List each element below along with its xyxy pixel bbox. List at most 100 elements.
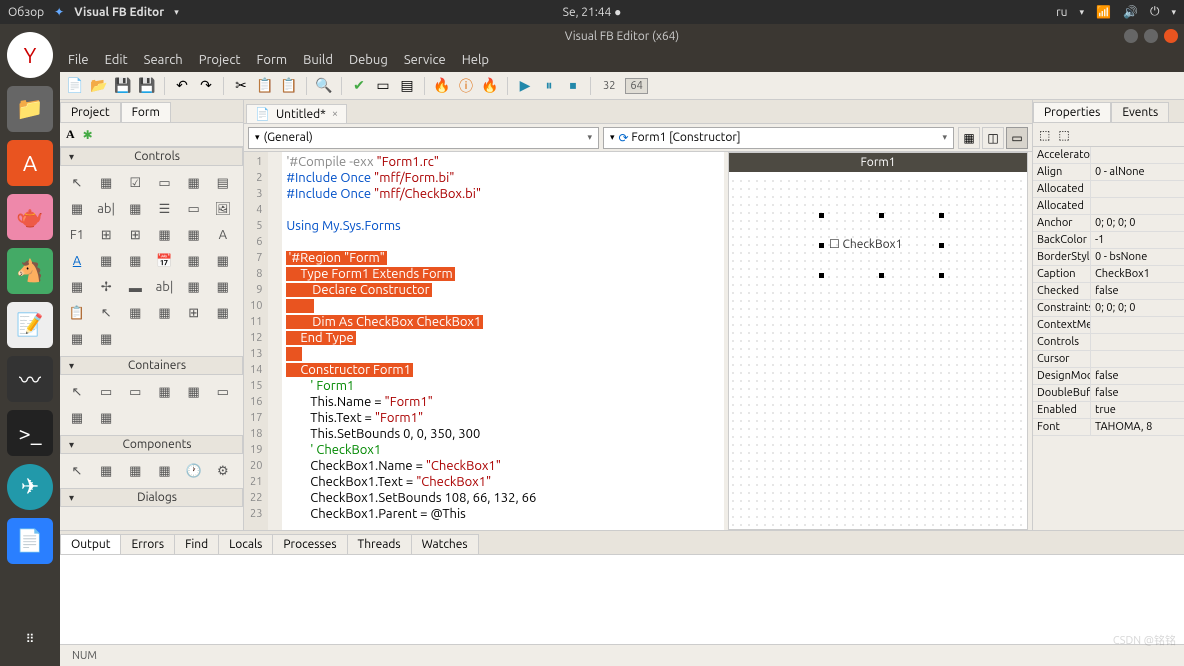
build-icon[interactable]: ⓘ <box>457 77 475 95</box>
tool-o[interactable]: ▦ <box>153 224 175 246</box>
open-icon[interactable]: 📂 <box>90 77 108 95</box>
checkbox-control[interactable]: ☐ CheckBox1 <box>829 237 902 251</box>
prop-row[interactable]: DesignModefalse <box>1033 368 1184 385</box>
telegram-icon[interactable]: ✈ <box>7 464 53 510</box>
pointer-tool[interactable]: ↖ <box>66 172 88 194</box>
undo-icon[interactable]: ↶ <box>173 77 191 95</box>
document-icon[interactable]: 📄 <box>7 518 53 564</box>
btab-errors[interactable]: Errors <box>120 534 175 554</box>
tool-ab[interactable]: ▦ <box>212 276 234 298</box>
prop-cat-icon[interactable]: ⬚ <box>1058 128 1069 142</box>
prop-row[interactable]: Allocated <box>1033 198 1184 215</box>
tool-e[interactable]: ▤ <box>212 172 234 194</box>
app-icon-2[interactable]: 🐴 <box>7 248 53 294</box>
volume-icon[interactable]: 🔊 <box>1123 5 1138 19</box>
tab-properties[interactable]: Properties <box>1033 102 1111 122</box>
menu-debug[interactable]: Debug <box>349 53 388 67</box>
font-icon[interactable]: A <box>66 127 75 142</box>
app-title[interactable]: Visual FB Editor <box>74 6 164 19</box>
bits-32[interactable]: 32 <box>599 79 619 93</box>
prop-row[interactable]: BackColor-1 <box>1033 232 1184 249</box>
btab-processes[interactable]: Processes <box>272 534 347 554</box>
cont-g[interactable]: ▦ <box>95 407 117 429</box>
combo-scope[interactable]: (General) <box>248 127 599 149</box>
menu-help[interactable]: Help <box>462 53 489 67</box>
tool-h[interactable]: ▦ <box>124 198 146 220</box>
btab-locals[interactable]: Locals <box>218 534 273 554</box>
terminal-icon[interactable]: >_ <box>7 410 53 456</box>
menu-search[interactable]: Search <box>144 53 183 67</box>
comp-e[interactable]: ⚙ <box>212 460 234 482</box>
apps-grid-icon[interactable]: ⠿ <box>26 632 35 646</box>
cont-f[interactable]: ▦ <box>66 407 88 429</box>
code-editor[interactable]: 1234567891011121314151617181920212223 '#… <box>244 152 724 530</box>
tool-ad[interactable]: ↖ <box>95 302 117 324</box>
tab-form[interactable]: Form <box>121 102 171 122</box>
prop-row[interactable]: ContextMenu <box>1033 317 1184 334</box>
comp-d[interactable]: 🕐 <box>183 460 205 482</box>
combo-method[interactable]: ⟳ Form1 [Constructor] <box>603 127 954 149</box>
prop-row[interactable]: Enabledtrue <box>1033 402 1184 419</box>
new-icon[interactable]: 📄 <box>66 77 84 95</box>
calendar-tool[interactable]: 📅 <box>153 250 175 272</box>
redo-icon[interactable]: ↷ <box>197 77 215 95</box>
checkbox-tool[interactable]: ☑ <box>124 172 146 194</box>
edit-tool[interactable]: ab| <box>95 198 117 220</box>
cont-b[interactable]: ▭ <box>124 381 146 403</box>
tool-s[interactable]: ▦ <box>124 250 146 272</box>
tool-n[interactable]: ⊞ <box>124 224 146 246</box>
menu-form[interactable]: Form <box>257 53 288 67</box>
output-pane[interactable] <box>60 554 1184 644</box>
btab-output[interactable]: Output <box>60 534 121 554</box>
prop-row[interactable]: Align0 - alNone <box>1033 164 1184 181</box>
menu-build[interactable]: Build <box>303 53 333 67</box>
tool-ah[interactable]: ▦ <box>212 302 234 324</box>
tab-project[interactable]: Project <box>60 102 121 122</box>
wifi-icon[interactable]: 📶 <box>1096 5 1111 19</box>
tool-ac[interactable]: 📋 <box>66 302 88 324</box>
prop-row[interactable]: CaptionCheckBox1 <box>1033 266 1184 283</box>
compile-icon[interactable]: 🔥 <box>433 77 451 95</box>
puzzle-icon[interactable]: ✱ <box>83 128 93 142</box>
prop-row[interactable]: Anchor0; 0; 0; 0 <box>1033 215 1184 232</box>
software-icon[interactable]: A <box>7 140 53 186</box>
comp-a[interactable]: ▦ <box>95 460 117 482</box>
btab-watches[interactable]: Watches <box>411 534 479 554</box>
files-icon[interactable]: 📁 <box>7 86 53 132</box>
prop-row[interactable]: Allocated <box>1033 181 1184 198</box>
cont-d[interactable]: ▦ <box>183 381 205 403</box>
prop-row[interactable]: Cursor <box>1033 351 1184 368</box>
pause-icon[interactable]: ⏸ <box>540 77 558 95</box>
cont-pointer[interactable]: ↖ <box>66 381 88 403</box>
progress-tool[interactable]: ▬ <box>124 276 146 298</box>
tool-w[interactable]: ▦ <box>66 276 88 298</box>
view-design-button[interactable]: ▭ <box>1006 127 1028 149</box>
find-icon[interactable]: 🔍 <box>315 77 333 95</box>
tool-aj[interactable]: ▦ <box>95 328 117 350</box>
comp-pointer[interactable]: ↖ <box>66 460 88 482</box>
rebuild-icon[interactable]: 🔥 <box>481 77 499 95</box>
tool-m[interactable]: ⊞ <box>95 224 117 246</box>
menu-project[interactable]: Project <box>199 53 241 67</box>
tool-x[interactable]: ✢ <box>95 276 117 298</box>
prop-row[interactable]: BorderStyle0 - bsNone <box>1033 249 1184 266</box>
tool-r[interactable]: ▦ <box>95 250 117 272</box>
tool-ae[interactable]: ▦ <box>124 302 146 324</box>
menu-file[interactable]: File <box>68 53 89 67</box>
link-tool[interactable]: A <box>66 250 88 272</box>
prop-row[interactable]: DoubleBufferedfalse <box>1033 385 1184 402</box>
bits-64[interactable]: 64 <box>625 78 647 94</box>
tool-ag[interactable]: ⊞ <box>183 302 205 324</box>
tool-z[interactable]: ab| <box>153 276 175 298</box>
code-icon[interactable]: ▤ <box>398 77 416 95</box>
minimize-button[interactable] <box>1124 29 1138 43</box>
tool-i[interactable]: ☰ <box>153 198 175 220</box>
comp-c[interactable]: ▦ <box>153 460 175 482</box>
form-designer[interactable]: Form1 ☐ CheckBox1 <box>728 152 1028 530</box>
tab-events[interactable]: Events <box>1111 102 1169 122</box>
saveall-icon[interactable]: 💾 <box>138 77 156 95</box>
prop-row[interactable]: FontTAHOMA, 8 <box>1033 419 1184 436</box>
save-icon[interactable]: 💾 <box>114 77 132 95</box>
file-tab[interactable]: 📄 Untitled* × <box>246 104 347 123</box>
datetime[interactable]: Se, 21:44 ● <box>563 5 622 19</box>
